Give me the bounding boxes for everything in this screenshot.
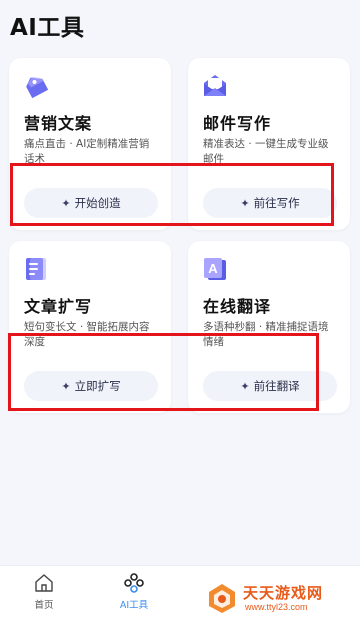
watermark-url: www.ttyl23.com [245,602,308,612]
card-title: 邮件写作 [203,114,272,133]
page-title: AI工具 [10,15,85,41]
tab-ai-tools[interactable]: AI工具 [104,572,164,611]
watermark-logo-icon [209,584,235,613]
ai-tools-icon [124,573,144,593]
sparkle-icon: ✦ [61,196,71,210]
card-title: 营销文案 [24,114,93,133]
button-label: 开始创造 [74,196,121,210]
card-description: 多语种秒翻 · 精准捕捉语境情绪 [203,321,329,348]
sparkle-icon: ✦ [240,196,250,210]
tab-label: 首页 [34,600,54,611]
sparkle-icon: ✦ [240,379,250,393]
start-create-button[interactable]: ✦ 开始创造 [24,188,158,218]
go-write-button[interactable]: ✦ 前往写作 [203,188,337,218]
button-label: 前往翻译 [253,379,300,393]
go-translate-button[interactable]: ✦ 前往翻译 [203,371,337,401]
button-label: 前往写作 [253,196,300,210]
card-description: 短句变长文 · 智能拓展内容深度 [24,321,150,348]
expand-now-button[interactable]: ✦ 立即扩写 [24,371,158,401]
tab-label: AI工具 [119,600,149,611]
watermark: 天天游戏网 www.ttyl23.com [205,580,355,616]
tag-icon [26,76,49,99]
tab-home[interactable]: 首页 [14,572,74,611]
card-article-expand: 文章扩写 短句变长文 · 智能拓展内容深度 ✦ 立即扩写 [9,241,171,413]
card-title: 在线翻译 [203,297,272,316]
card-description: 痛点直击 · AI定制精准营销话术 [24,138,150,165]
home-icon [35,574,53,592]
sparkle-icon: ✦ [61,379,71,393]
card-email-writing: 邮件写作 精准表达 · 一键生成专业级邮件 ✦ 前往写作 [188,58,350,230]
watermark-name: 天天游戏网 [243,584,324,602]
card-marketing-copy: 营销文案 痛点直击 · AI定制精准营销话术 ✦ 开始创造 [9,58,171,230]
mail-icon [204,75,226,96]
document-icon [26,258,46,280]
card-description: 精准表达 · 一键生成专业级邮件 [203,138,329,165]
card-title: 文章扩写 [24,297,93,316]
translate-icon: A [204,258,226,280]
card-online-translate: A 在线翻译 多语种秒翻 · 精准捕捉语境情绪 ✦ 前往翻译 [188,241,350,413]
button-label: 立即扩写 [74,379,121,393]
svg-text:A: A [208,261,218,276]
